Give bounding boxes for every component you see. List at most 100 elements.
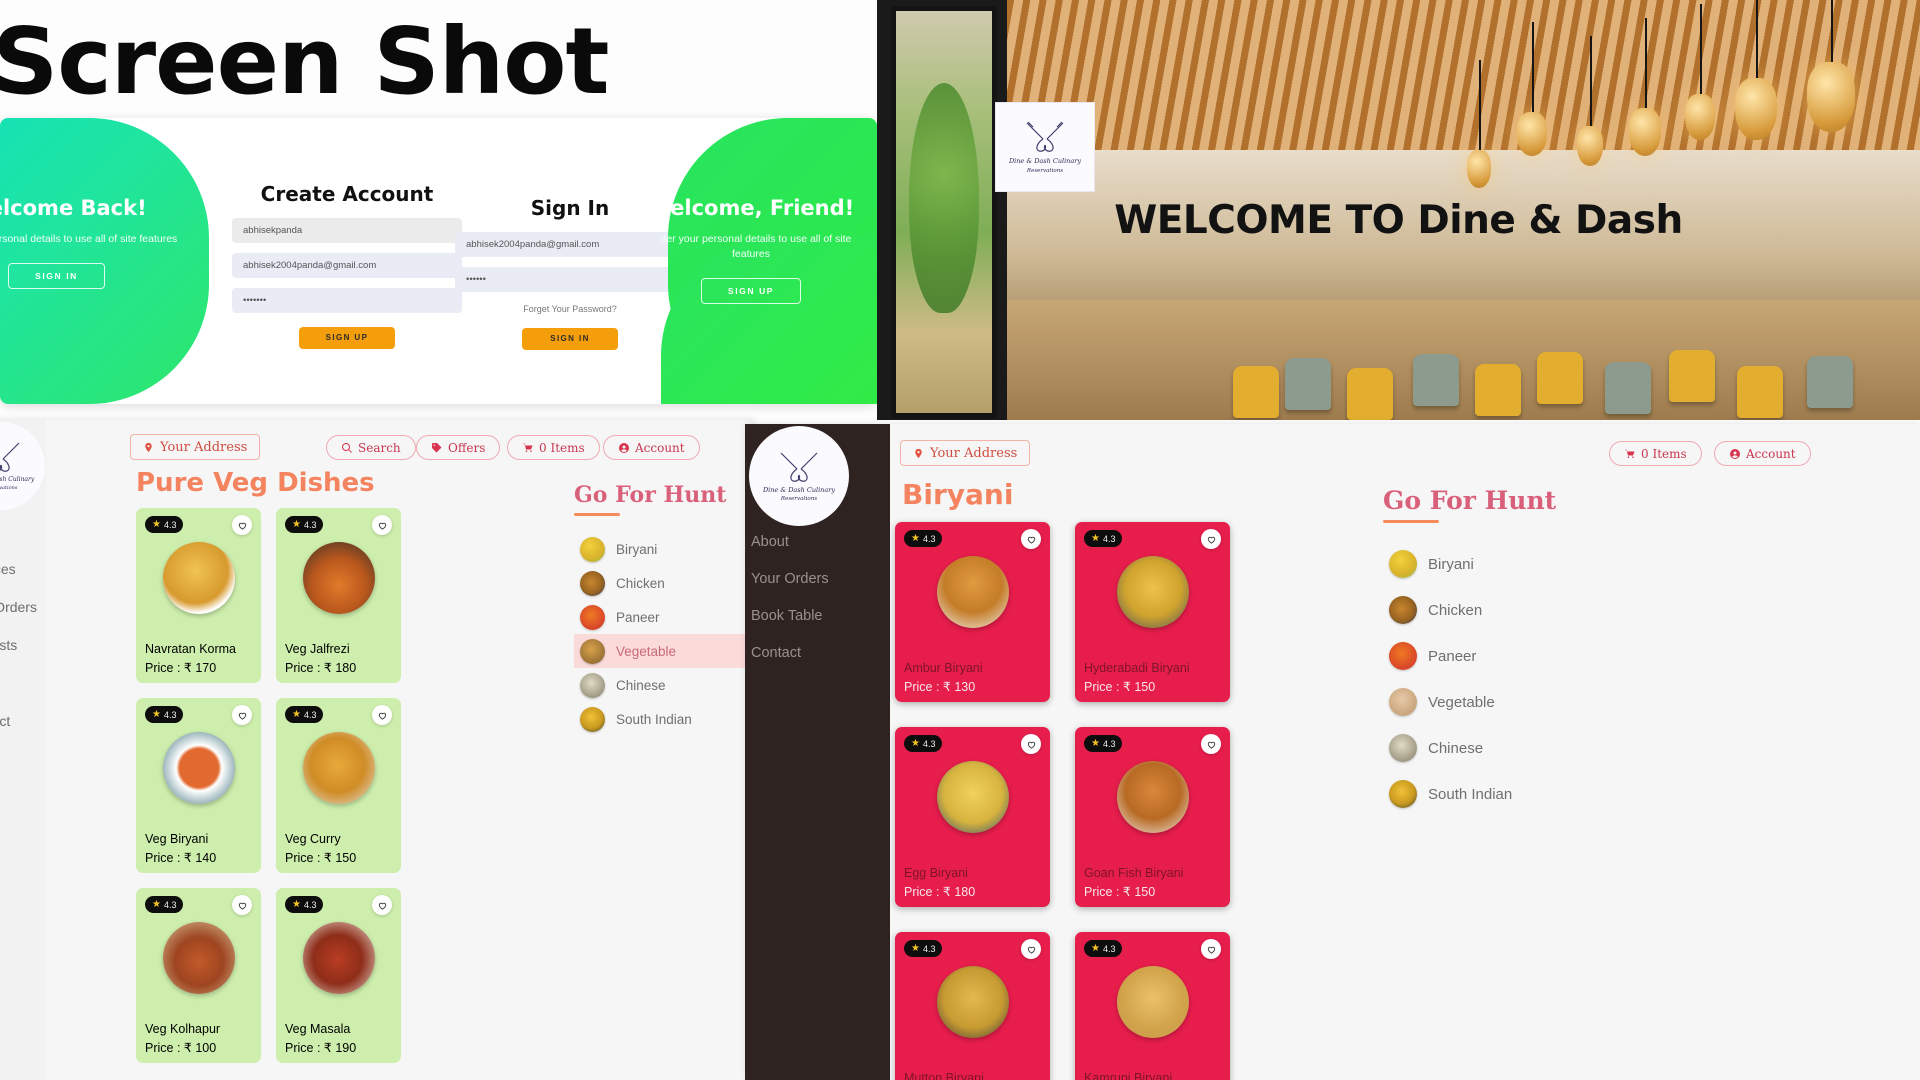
veg-nav-item-contact[interactable]: Contact — [0, 702, 46, 740]
biryani-address-field[interactable]: Your Address — [900, 440, 1031, 466]
dish-image — [1116, 556, 1189, 628]
biryani-hunt-item-vegetable[interactable]: Vegetable — [1383, 679, 1593, 725]
hero-welcome-text: WELCOME TO Dine & Dash — [1114, 198, 1683, 243]
biryani-hunt-item-south-indian[interactable]: South Indian — [1383, 771, 1593, 817]
veg-nav-item-wishlists[interactable]: Wishlists — [0, 626, 46, 664]
veg-hunt-title: Go For Hunt — [574, 482, 727, 508]
dish-card[interactable]: ★4.3 Kamrupi Biryani Price : ₹ 120 — [1075, 932, 1230, 1080]
veg-account-button[interactable]: Account — [603, 435, 700, 460]
favorite-button[interactable] — [1201, 529, 1221, 549]
sign-up-button[interactable]: SIGN UP — [299, 327, 395, 349]
dish-card[interactable]: ★ 4.3 Goan Fish Biryani Price : ₹ 150 — [1075, 727, 1230, 907]
signup-email-input[interactable] — [232, 253, 462, 278]
biryani-cart-label: 0 Items — [1641, 446, 1687, 461]
dish-card[interactable]: ★ 4.3 Veg Masala Price : ₹ 190 — [276, 888, 401, 1063]
dish-image — [936, 966, 1009, 1038]
signup-password-input[interactable] — [232, 288, 462, 313]
heart-icon — [1027, 741, 1035, 749]
favorite-button[interactable] — [1021, 939, 1041, 959]
rating-badge: ★ 4.3 — [285, 516, 324, 533]
dish-card[interactable]: ★ 4.3 Veg Curry Price : ₹ 150 — [276, 698, 401, 873]
account-icon — [619, 442, 629, 453]
favorite-button[interactable] — [232, 895, 252, 915]
veg-sidebar: Dine & Dash Culinary Reservations About … — [0, 420, 46, 1080]
favorite-button[interactable] — [372, 895, 392, 915]
dish-card[interactable]: ★ 4.3 Veg Jalfrezi Price : ₹ 180 — [276, 508, 401, 683]
veg-nav-item-services[interactable]: Services — [0, 550, 46, 588]
page-title: Screen Shot — [0, 8, 609, 115]
favorite-button[interactable] — [1021, 734, 1041, 754]
veg-hunt-item-south-indian[interactable]: South Indian — [574, 702, 754, 736]
veg-hunt-item-chicken[interactable]: Chicken — [574, 566, 754, 600]
chinese-thumb-icon — [580, 672, 605, 698]
dish-card[interactable]: ★ 4.3 Hyderabadi Biryani Price : ₹ 150 — [1075, 522, 1230, 702]
biryani-hunt-item-chinese[interactable]: Chinese — [1383, 725, 1593, 771]
pendant-lamp-icon — [1735, 0, 1777, 140]
veg-hunt-item-paneer[interactable]: Paneer — [574, 600, 754, 634]
heart-icon — [378, 902, 386, 910]
sign-in-form: Sign In Forget Your Password? SIGN IN — [455, 196, 685, 350]
hero-logo-sub: Reservations — [1026, 167, 1064, 174]
biryani-hunt-item-paneer[interactable]: Paneer — [1383, 633, 1593, 679]
heart-icon — [238, 902, 246, 910]
dish-card[interactable]: ★ 4.3 Egg Biryani Price : ₹ 180 — [895, 727, 1050, 907]
veg-hunt-item-vegetable[interactable]: Vegetable — [574, 634, 754, 668]
panel-sign-in-button[interactable]: SIGN IN — [8, 263, 105, 290]
favorite-button[interactable] — [372, 515, 392, 535]
dish-image — [162, 732, 235, 804]
biryani-nav-item-your-orders[interactable]: Your Orders — [745, 561, 890, 598]
signup-name-input[interactable] — [232, 218, 462, 243]
pendant-lamp-icon — [1629, 18, 1661, 156]
veg-section-title: Pure Veg Dishes — [136, 468, 375, 498]
cart-icon — [1625, 449, 1635, 458]
biryani-thumb-icon — [580, 536, 605, 562]
star-icon: ★ — [292, 519, 301, 530]
rating-badge: ★ 4.3 — [145, 516, 184, 533]
biryani-hunt-item-chicken[interactable]: Chicken — [1383, 587, 1593, 633]
dish-card[interactable]: ★ 4.3 Navratan Korma Price : ₹ 170 — [136, 508, 261, 683]
forgot-password-link[interactable]: Forget Your Password? — [455, 304, 685, 314]
biryani-cart-button[interactable]: 0 Items — [1609, 441, 1702, 466]
favorite-button[interactable] — [1201, 939, 1221, 959]
veg-search-button[interactable]: Search — [326, 435, 416, 460]
dish-image — [936, 556, 1009, 628]
biryani-hunt-item-biryani[interactable]: Biryani — [1383, 541, 1593, 587]
biryani-nav-item-about[interactable]: About — [745, 524, 890, 561]
favorite-button[interactable] — [1021, 529, 1041, 549]
pendant-lamp-icon — [1577, 36, 1603, 166]
veg-logo-sub: Reservations — [0, 485, 18, 491]
veg-hunt-rule — [574, 513, 620, 516]
veg-address-field[interactable]: Your Address — [130, 434, 261, 460]
welcome-friend-panel-content: Welcome, Friend! Enter your personal det… — [661, 118, 877, 404]
dish-card[interactable]: ★4.3 Mutton Biryani Price : ₹ 100 — [895, 932, 1050, 1080]
veg-cart-button[interactable]: 0 Items — [507, 435, 600, 460]
star-icon: ★ — [911, 533, 920, 544]
favorite-button[interactable] — [232, 515, 252, 535]
veg-nav-item-cart[interactable]: Cart — [0, 664, 46, 702]
veg-hunt-item-biryani[interactable]: Biryani — [574, 532, 754, 566]
panel-sign-up-button[interactable]: SIGN UP — [700, 278, 802, 305]
favorite-button[interactable] — [372, 705, 392, 725]
star-icon: ★ — [911, 943, 920, 954]
signin-email-input[interactable] — [455, 232, 685, 257]
dish-card[interactable]: ★ 4.3 Veg Biryani Price : ₹ 140 — [136, 698, 261, 873]
biryani-nav-item-contact[interactable]: Contact — [745, 635, 890, 672]
rating-badge: ★ 4.3 — [145, 896, 184, 913]
south-indian-thumb-icon — [580, 706, 605, 732]
favorite-button[interactable] — [1201, 734, 1221, 754]
welcome-friend-body: Enter your personal details to use all o… — [661, 233, 852, 261]
biryani-topbar: Your Address 0 Items Account — [900, 440, 1910, 468]
veg-nav-item-about[interactable]: About — [0, 512, 46, 550]
signin-password-input[interactable] — [455, 267, 685, 292]
biryani-nav-item-book-table[interactable]: Book Table — [745, 598, 890, 635]
veg-offers-button[interactable]: Offers — [416, 435, 501, 460]
dish-card[interactable]: ★ 4.3 Veg Kolhapur Price : ₹ 100 — [136, 888, 261, 1063]
veg-hunt-item-chinese[interactable]: Chinese — [574, 668, 754, 702]
dish-card[interactable]: ★ 4.3 Ambur Biryani Price : ₹ 130 — [895, 522, 1050, 702]
sign-in-button[interactable]: SIGN IN — [522, 328, 618, 350]
favorite-button[interactable] — [232, 705, 252, 725]
screenshot-root: Screen Shot Welcome Back! Enter your per… — [0, 0, 1920, 1080]
veg-nav-item-your-orders[interactable]: Your Orders — [0, 588, 46, 626]
biryani-account-button[interactable]: Account — [1714, 441, 1811, 466]
star-icon: ★ — [152, 519, 161, 530]
